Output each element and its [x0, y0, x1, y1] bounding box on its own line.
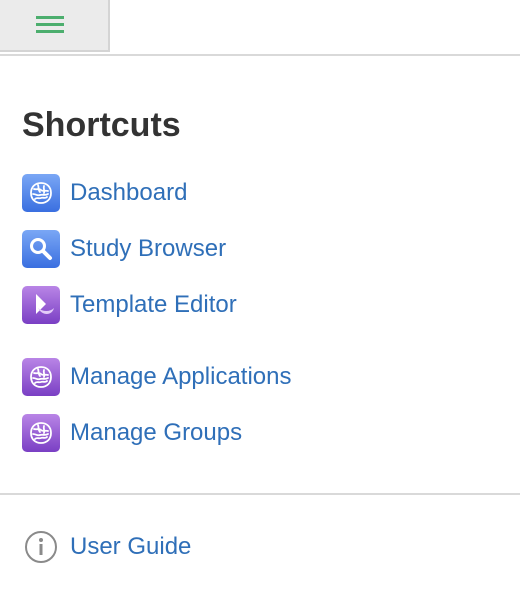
brain-logo-icon [22, 358, 60, 396]
shortcut-dashboard[interactable]: Dashboard [22, 174, 187, 212]
brain-logo-icon [22, 414, 60, 452]
info-circle-icon [25, 531, 57, 563]
shortcut-label: Dashboard [70, 179, 188, 206]
shortcut-study-browser[interactable]: Study Browser [22, 230, 226, 268]
template-editor-icon [22, 286, 60, 324]
shortcut-manage-applications[interactable]: Manage Applications [22, 358, 291, 396]
shortcut-template-editor[interactable]: Template Editor [22, 286, 237, 324]
top-bar [0, 0, 520, 56]
menu-button[interactable] [0, 0, 110, 52]
magnifier-icon [22, 230, 60, 268]
user-guide-label: User Guide [70, 533, 192, 560]
user-guide-link[interactable]: User Guide [24, 530, 191, 564]
shortcut-label: Manage Groups [70, 419, 243, 446]
shortcut-label: Manage Applications [70, 363, 292, 390]
brain-logo-icon [22, 174, 60, 212]
shortcut-label: Template Editor [70, 291, 237, 318]
shortcuts-heading: Shortcuts [22, 106, 181, 144]
hamburger-menu-icon [36, 16, 64, 33]
section-divider [0, 493, 520, 495]
shortcut-manage-groups[interactable]: Manage Groups [22, 414, 242, 452]
shortcut-label: Study Browser [70, 235, 227, 262]
